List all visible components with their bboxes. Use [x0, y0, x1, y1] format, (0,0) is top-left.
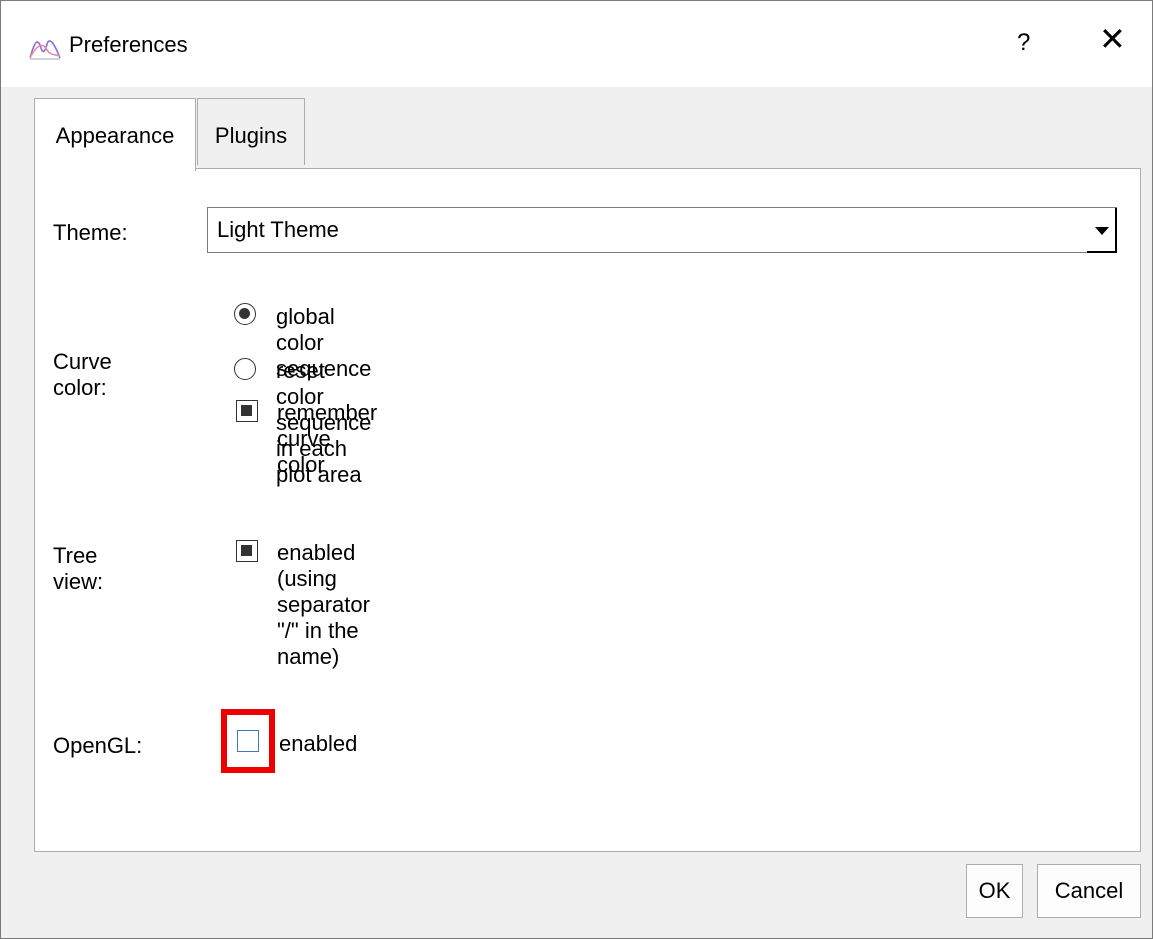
remember-curve-color-label[interactable]: remember curve color — [277, 400, 377, 478]
reset-color-sequence-radio[interactable] — [234, 358, 256, 380]
chevron-down-icon — [1086, 208, 1116, 252]
tab-appearance[interactable]: Appearance — [34, 98, 196, 171]
theme-label: Theme: — [53, 220, 128, 245]
cancel-button[interactable]: Cancel — [1037, 864, 1141, 918]
opengl-label: OpenGL: — [53, 733, 143, 758]
appearance-panel — [34, 168, 1141, 852]
help-button[interactable]: ? — [1017, 29, 1030, 57]
opengl-enabled-label[interactable]: enabled — [279, 731, 357, 757]
curve-color-label: Curve color: — [53, 349, 112, 400]
tree-view-label: Tree view: — [53, 543, 104, 594]
theme-select[interactable]: Light Theme — [207, 207, 1117, 253]
window-title: Preferences — [69, 32, 188, 57]
tab-plugins-label: Plugins — [214, 123, 288, 148]
title-bar: Preferences ? ✕ — [1, 1, 1152, 87]
tree-view-checkbox[interactable] — [236, 540, 258, 562]
close-icon[interactable]: ✕ — [1099, 23, 1126, 55]
remember-curve-color-checkbox[interactable] — [236, 400, 258, 422]
theme-select-value: Light Theme — [217, 217, 339, 242]
tree-view-enabled-label[interactable]: enabled (using separator "/" in the name… — [277, 540, 370, 670]
plot-curve-icon — [29, 34, 61, 60]
tab-plugins[interactable]: Plugins — [197, 98, 305, 165]
highlight-box — [221, 709, 275, 773]
global-color-sequence-radio[interactable] — [234, 303, 256, 325]
ok-button[interactable]: OK — [966, 864, 1023, 918]
tab-appearance-label: Appearance — [55, 123, 175, 148]
preferences-dialog: Preferences ? ✕ Appearance Plugins Theme… — [0, 0, 1153, 939]
